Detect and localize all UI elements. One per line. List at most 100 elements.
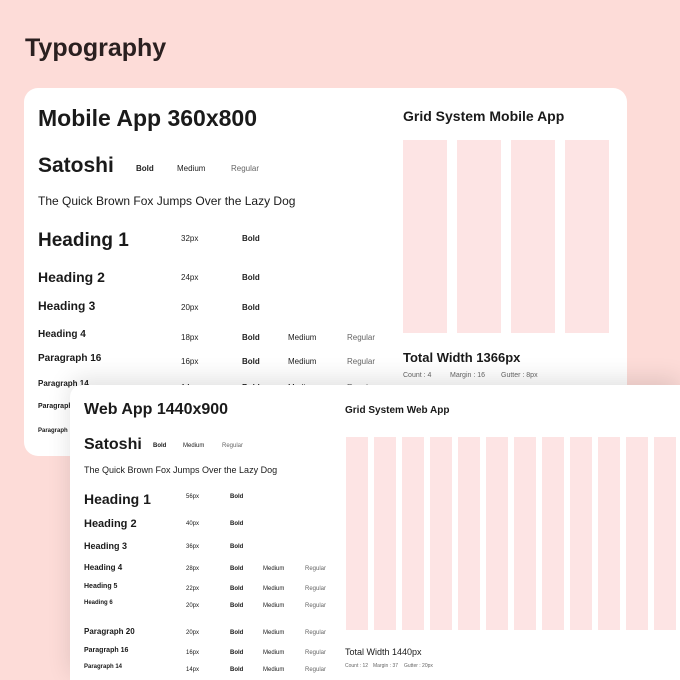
type-row-size: 16px — [186, 650, 200, 656]
weight-bold: Bold — [153, 443, 167, 449]
type-row-size: 40px — [186, 521, 200, 527]
type-row-size: 36px — [186, 544, 200, 550]
web-title: Web App 1440x900 — [84, 401, 229, 418]
grid-column — [458, 437, 480, 630]
type-row-weight: Regular — [305, 603, 327, 609]
type-row-weight: Bold — [230, 667, 244, 673]
type-row-name: Heading 3 — [38, 299, 96, 313]
sample-text: The Quick Brown Fox Jumps Over the Lazy … — [84, 465, 278, 475]
type-row-name: Heading 1 — [84, 491, 151, 507]
grid-column — [654, 437, 676, 630]
type-row-weight: Medium — [263, 586, 285, 592]
grid-column — [542, 437, 564, 630]
grid-column — [598, 437, 620, 630]
type-row-size: 28px — [186, 566, 200, 572]
type-row-weight: Bold — [230, 603, 244, 609]
type-row-weight: Regular — [305, 630, 327, 636]
type-row-name: Heading 4 — [38, 329, 86, 340]
grid-column — [457, 140, 501, 333]
type-row-name: Paragraph 14 — [84, 664, 123, 670]
weight-medium: Medium — [177, 164, 206, 173]
type-row-weight: Regular — [305, 667, 327, 673]
grid-total-width: Total Width 1440px — [345, 647, 422, 657]
grid-count: Count : 4 — [403, 372, 432, 379]
grid-column — [486, 437, 508, 630]
type-row-weight: Regular — [305, 566, 327, 572]
type-row-weight: Regular — [305, 650, 327, 656]
type-row-size: 18px — [181, 333, 199, 342]
type-row-weight: Bold — [242, 234, 260, 243]
page-title: Typography — [25, 34, 167, 62]
grid-margin: Margin : 37 — [373, 663, 399, 669]
type-row-weight: Medium — [263, 667, 285, 673]
type-row-weight: Bold — [230, 566, 244, 572]
type-row-name: Heading 1 — [38, 230, 129, 251]
type-row-size: 20px — [186, 630, 200, 636]
weight-regular: Regular — [231, 164, 260, 173]
grid-title: Grid System Web App — [345, 405, 450, 416]
type-row-weight: Bold — [242, 333, 260, 342]
grid-count: Count : 12 — [345, 663, 369, 669]
type-row-name: Paragraph — [38, 403, 73, 410]
type-row-size: 14px — [186, 667, 200, 673]
type-row-weight: Medium — [263, 603, 285, 609]
type-row-name: Paragraph 16 — [84, 647, 129, 654]
mobile-title: Mobile App 360x800 — [38, 105, 258, 131]
type-row-weight: Bold — [242, 273, 260, 282]
type-row-weight: Bold — [230, 544, 244, 550]
weight-regular: Regular — [222, 443, 244, 449]
type-row-size: 22px — [186, 586, 200, 592]
grid-column — [430, 437, 452, 630]
type-row-name: Heading 3 — [84, 541, 128, 551]
type-row-weight: Medium — [263, 650, 285, 656]
web-app-card: Web App 1440x900 Satoshi Bold Medium Reg… — [70, 385, 680, 680]
type-row-weight: Bold — [230, 630, 244, 636]
type-row-name: Paragraph — [38, 428, 68, 434]
weight-bold: Bold — [136, 164, 154, 173]
type-row-size: 16px — [181, 357, 199, 366]
type-row-weight: Medium — [288, 333, 317, 342]
type-row-weight: Bold — [230, 650, 244, 656]
type-row-size: 20px — [186, 603, 200, 609]
grid-gutter: Gutter : 20px — [404, 663, 433, 669]
type-row-weight: Regular — [347, 357, 376, 366]
type-row-name: Paragraph 16 — [38, 353, 102, 364]
type-row-weight: Bold — [230, 521, 244, 527]
type-row-weight: Bold — [230, 494, 244, 500]
type-row-name: Heading 6 — [84, 600, 113, 606]
type-row-weight: Regular — [305, 586, 327, 592]
type-row-name: Heading 2 — [84, 518, 137, 530]
weight-medium: Medium — [183, 443, 205, 449]
type-row-name: Heading 4 — [84, 563, 123, 572]
grid-column — [374, 437, 396, 630]
type-row-weight: Medium — [263, 566, 285, 572]
type-row-weight: Regular — [347, 333, 376, 342]
grid-margin: Margin : 16 — [450, 372, 486, 379]
font-name: Satoshi — [38, 154, 114, 177]
grid-column — [403, 140, 447, 333]
type-row-size: 56px — [186, 494, 200, 500]
grid-gutter: Gutter : 8px — [501, 372, 538, 379]
type-row-weight: Bold — [242, 303, 260, 312]
grid-column — [514, 437, 536, 630]
font-name: Satoshi — [84, 436, 142, 453]
sample-text: The Quick Brown Fox Jumps Over the Lazy … — [38, 194, 296, 208]
type-row-size: 24px — [181, 273, 199, 282]
grid-column — [626, 437, 648, 630]
grid-column — [511, 140, 555, 333]
grid-column — [565, 140, 609, 333]
grid-column — [570, 437, 592, 630]
type-row-weight: Medium — [288, 357, 317, 366]
type-row-name: Heading 5 — [84, 583, 118, 590]
grid-total-width: Total Width 1366px — [403, 350, 521, 365]
type-row-name: Paragraph 20 — [84, 627, 135, 636]
type-row-size: 32px — [181, 234, 199, 243]
type-row-weight: Medium — [263, 630, 285, 636]
grid-column — [346, 437, 368, 630]
type-row-size: 20px — [181, 303, 199, 312]
type-row-name: Heading 2 — [38, 269, 105, 285]
type-row-weight: Bold — [242, 357, 260, 366]
grid-column — [402, 437, 424, 630]
type-row-weight: Bold — [230, 586, 244, 592]
grid-title: Grid System Mobile App — [403, 108, 565, 124]
